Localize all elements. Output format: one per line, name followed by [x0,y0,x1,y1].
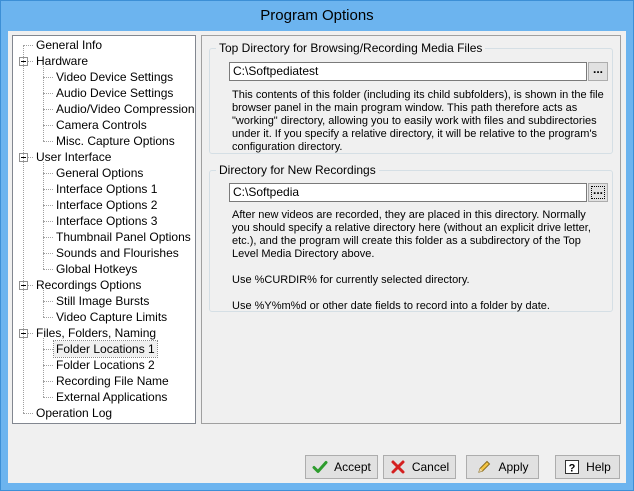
tree-item-general-options[interactable]: General Options [54,165,145,181]
help-icon: ? [565,460,580,475]
tree-connector [43,93,53,94]
tree-item-files-folders-naming[interactable]: Files, Folders, Naming [34,325,158,341]
accept-button-label: Accept [334,460,371,474]
cancel-button-label: Cancel [411,460,450,474]
tree-connector [43,253,53,254]
help-button-label: Help [586,460,611,474]
tree-connector [43,397,53,398]
program-options-window: Program Options General Info Hardware Vide… [0,0,634,491]
new-recordings-description-1: After new videos are recorded, they are … [232,209,591,260]
tree-item-video-device-settings[interactable]: Video Device Settings [54,69,175,85]
tree-connector [23,45,33,46]
tree-item-folder-locations-1[interactable]: Folder Locations 1 [53,340,158,358]
tree-connector [43,365,53,366]
tree-connector [43,301,53,302]
tree-item-external-applications[interactable]: External Applications [54,389,169,405]
top-directory-browse-button[interactable]: ... [588,62,608,81]
tree-item-recording-file-name[interactable]: Recording File Name [54,373,171,389]
top-directory-input[interactable]: C:\Softpediatest [229,62,587,81]
top-directory-group: Top Directory for Browsing/Recording Med… [209,41,613,154]
tree-connector [43,109,53,110]
tree-connector [43,77,53,78]
tree-item-thumbnail-panel-options[interactable]: Thumbnail Panel Options [54,229,193,245]
window-title: Program Options [260,7,374,24]
tree-connector [43,141,53,142]
options-tree[interactable]: General Info Hardware Video Device Setting… [12,35,196,424]
tree-item-audio-video-compression[interactable]: Audio/Video Compression [54,101,195,117]
tree-item-folder-locations-2[interactable]: Folder Locations 2 [54,357,157,373]
tree-item-general-info[interactable]: General Info [34,37,104,53]
tree-connector [23,45,24,413]
tree-connector [43,66,44,141]
tree-connector [43,221,53,222]
tree-connector [43,317,53,318]
tree-item-interface-options-3[interactable]: Interface Options 3 [54,213,159,229]
tree-item-recordings-options[interactable]: Recordings Options [34,277,143,293]
tree-connector [43,290,44,317]
new-recordings-browse-button[interactable]: ... [588,183,608,202]
tree-item-interface-options-1[interactable]: Interface Options 1 [54,181,159,197]
accept-button[interactable]: Accept [305,455,378,479]
x-icon [391,460,405,474]
tree-connector [43,173,53,174]
new-recordings-input[interactable]: C:\Softpedia [229,183,587,202]
top-directory-group-title: Top Directory for Browsing/Recording Med… [216,41,486,55]
new-recordings-description-3: Use %Y%m%d or other date fields to recor… [232,300,550,312]
help-button[interactable]: ? Help [555,455,620,479]
tree-connector [43,269,53,270]
apply-button-label: Apply [498,460,529,474]
new-recordings-description-2: Use %CURDIR% for currently selected dire… [232,274,470,286]
top-directory-description: This contents of this folder (including … [232,89,604,153]
tree-connector [43,205,53,206]
options-panel: Top Directory for Browsing/Recording Med… [201,35,621,424]
new-recordings-description: After new videos are recorded, they are … [232,209,604,313]
tree-item-still-image-bursts[interactable]: Still Image Bursts [54,293,151,309]
tree-item-misc-capture-options[interactable]: Misc. Capture Options [54,133,177,149]
tree-connector [43,189,53,190]
tree-connector [43,237,53,238]
new-recordings-group: Directory for New Recordings C:\Softpedi… [209,163,613,313]
cancel-button[interactable]: Cancel [383,455,456,479]
tree-connector [43,125,53,126]
tree-item-video-capture-limits[interactable]: Video Capture Limits [54,309,169,325]
checkmark-icon [312,461,328,473]
window-client-area: General Info Hardware Video Device Setting… [8,31,626,483]
tree-connector [23,413,33,414]
tree-item-interface-options-2[interactable]: Interface Options 2 [54,197,159,213]
tree-item-user-interface[interactable]: User Interface [34,149,113,165]
tree-item-camera-controls[interactable]: Camera Controls [54,117,149,133]
pencil-icon [478,460,491,473]
new-recordings-group-title: Directory for New Recordings [216,163,379,177]
tree-connector [43,381,53,382]
apply-button[interactable]: Apply [466,455,539,479]
tree-connector [43,162,44,269]
tree-connector [43,349,53,350]
tree-connector [43,338,44,397]
tree-item-global-hotkeys[interactable]: Global Hotkeys [54,261,139,277]
svg-text:?: ? [569,463,576,475]
tree-item-audio-device-settings[interactable]: Audio Device Settings [54,85,175,101]
tree-item-sounds-and-flourishes[interactable]: Sounds and Flourishes [54,245,181,261]
tree-item-operation-log[interactable]: Operation Log [34,405,114,421]
